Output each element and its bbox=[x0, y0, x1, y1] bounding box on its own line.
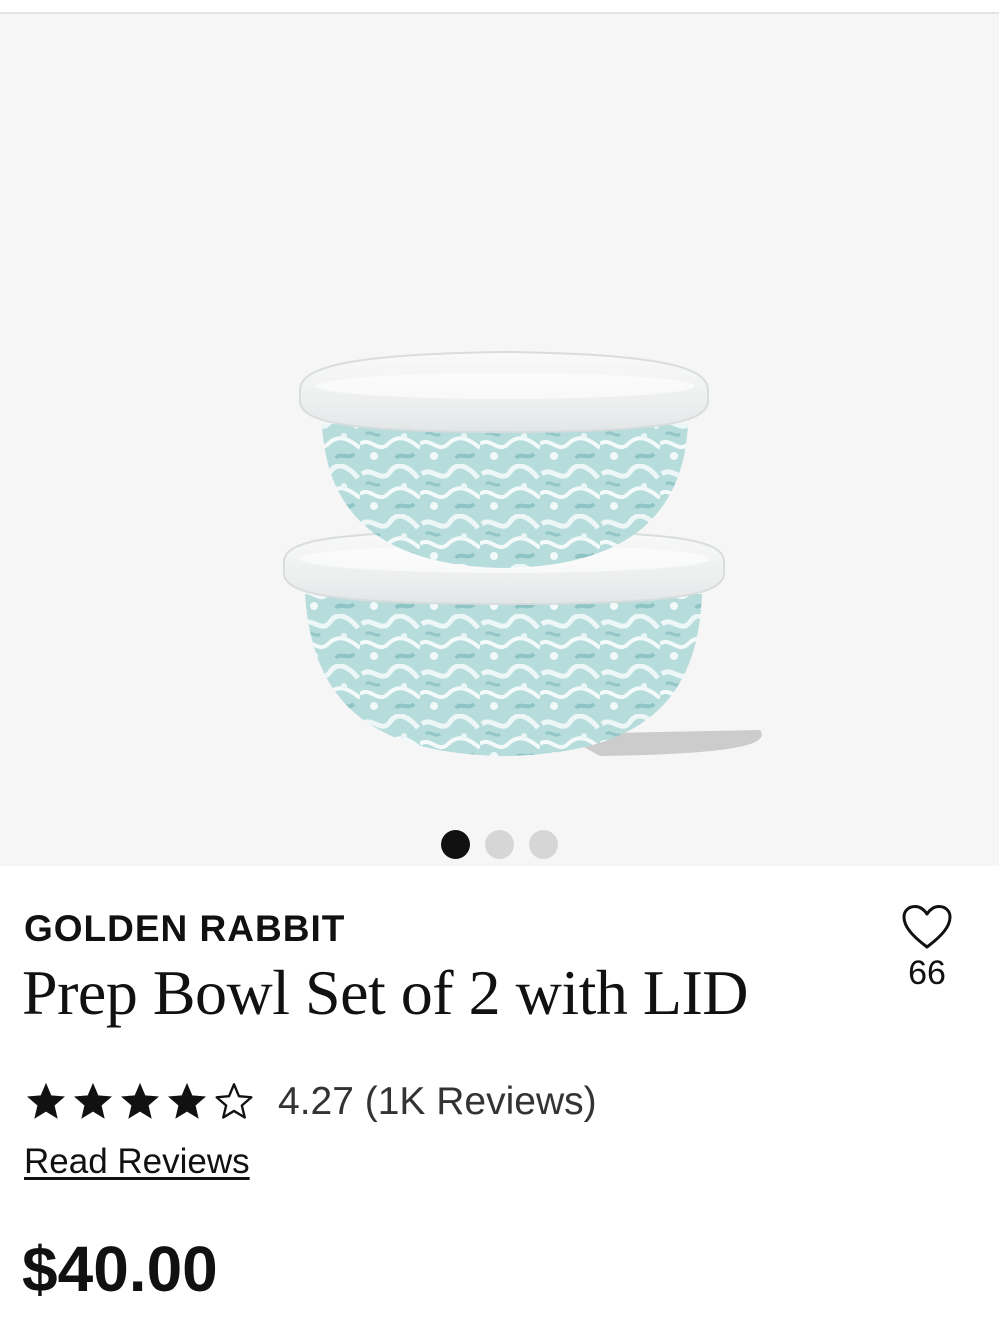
gallery-pagination bbox=[0, 830, 999, 859]
rating-row[interactable]: 4.27 (1K Reviews) bbox=[24, 1080, 597, 1124]
read-reviews-link[interactable]: Read Reviews bbox=[24, 1142, 250, 1182]
gallery-dot-1[interactable] bbox=[441, 830, 470, 859]
top-divider bbox=[0, 0, 999, 14]
product-image[interactable] bbox=[0, 14, 999, 866]
product-price: $40.00 bbox=[22, 1233, 218, 1305]
product-title: Prep Bowl Set of 2 with LID bbox=[22, 957, 749, 1028]
product-info: GOLDEN RABBIT Prep Bowl Set of 2 with LI… bbox=[0, 866, 999, 1333]
favorite-count: 66 bbox=[908, 954, 946, 992]
star-outline-icon bbox=[215, 1083, 253, 1119]
heart-outline-icon bbox=[902, 905, 952, 949]
rating-summary: 4.27 (1K Reviews) bbox=[278, 1080, 597, 1123]
star-filled-icon bbox=[121, 1082, 159, 1119]
star-filled-icon bbox=[27, 1082, 65, 1119]
gallery-dot-3[interactable] bbox=[529, 830, 558, 859]
star-filled-icon bbox=[74, 1082, 112, 1119]
brand-link[interactable]: GOLDEN RABBIT bbox=[24, 908, 345, 950]
star-filled-icon bbox=[168, 1082, 206, 1119]
gallery-dot-2[interactable] bbox=[485, 830, 514, 859]
product-gallery[interactable] bbox=[0, 14, 999, 866]
favorite-button[interactable]: 66 bbox=[890, 904, 964, 993]
star-rating bbox=[24, 1081, 256, 1123]
bottom-bowl bbox=[305, 594, 702, 756]
